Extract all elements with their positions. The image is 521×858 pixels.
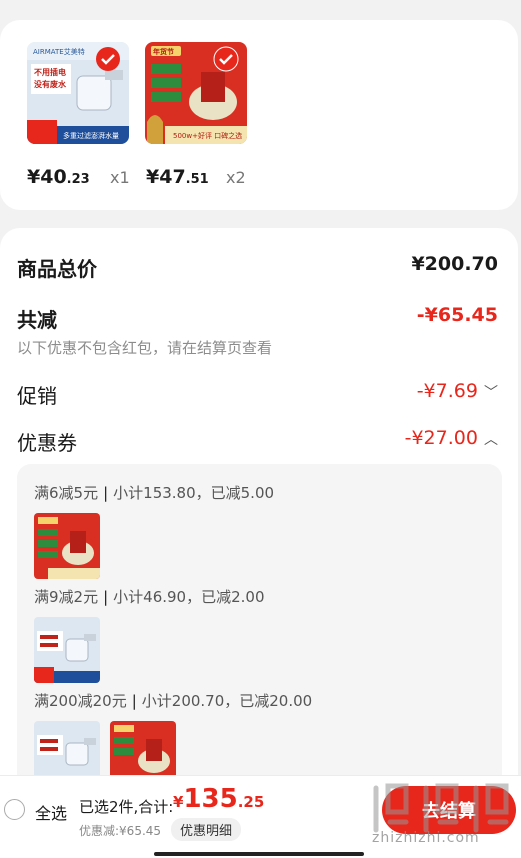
- product-2-qty: x2: [226, 168, 246, 187]
- reduce-value: -¥65.45: [416, 304, 498, 326]
- coupon-rule-1: 满6减5元 | 小计153.80，已减5.00: [34, 484, 275, 502]
- coupon-row-toggle[interactable]: -¥27.00 ︿: [405, 427, 498, 449]
- coupon-value: -¥27.00: [404, 427, 478, 449]
- goods-total-value: ¥200.70: [411, 253, 498, 275]
- product-2-price: ¥47.51: [146, 166, 209, 188]
- watermark-text: zhizhizhi.com: [372, 830, 480, 846]
- product-2-brand: 年货节: [153, 47, 174, 56]
- cart-products-card: AIRMATE艾美特 不用插电 没有废水 多重过滤澎湃水量 ¥40.23 x1 …: [0, 20, 518, 210]
- promo-value: -¥7.69: [416, 380, 478, 402]
- svg-text:多重过滤澎湃水量: 多重过滤澎湃水量: [63, 131, 119, 140]
- coupon-rule-2: 满9减2元 | 小计46.90，已减2.00: [34, 588, 265, 606]
- coupon-rule-2-product-image[interactable]: [34, 617, 100, 683]
- chevron-down-icon: ﹀: [484, 385, 498, 401]
- svg-text:没有废水: 没有废水: [34, 79, 67, 89]
- svg-text:500w+好评 口碑之选: 500w+好评 口碑之选: [173, 131, 242, 140]
- discount-total: 优惠减:¥65.45: [79, 824, 162, 838]
- product-1-price: ¥40.23: [27, 166, 90, 188]
- chevron-up-icon: ︿: [484, 432, 498, 448]
- home-indicator: [154, 852, 364, 856]
- coupon-label: 优惠券: [17, 431, 77, 455]
- product-1-brand: AIRMATE艾美特: [33, 47, 85, 56]
- checkout-button[interactable]: 去结算: [382, 786, 516, 834]
- product-image-zongzi[interactable]: 年货节 500w+好评 口碑之选: [145, 42, 247, 144]
- discount-detail-button[interactable]: 优惠明细: [171, 818, 242, 841]
- goods-total-label: 商品总价: [17, 257, 97, 281]
- select-all-label[interactable]: 全选: [35, 800, 67, 824]
- coupon-rule-3: 满200减20元 | 小计200.70，已减20.00: [34, 692, 313, 710]
- product-image-water-filter[interactable]: AIRMATE艾美特 不用插电 没有废水 多重过滤澎湃水量: [27, 42, 129, 144]
- promo-label: 促销: [17, 384, 57, 408]
- select-all-radio[interactable]: [4, 799, 25, 820]
- promo-row-toggle[interactable]: -¥7.69 ﹀: [417, 380, 498, 402]
- reduce-label: 共减: [17, 308, 57, 332]
- discount-note: 以下优惠不包含红包，请在结算页查看: [17, 339, 273, 357]
- price-summary-card: 商品总价 ¥200.70 共减 -¥65.45 以下优惠不包含红包，请在结算页查…: [0, 228, 518, 858]
- product-1-qty: x1: [110, 168, 130, 187]
- coupon-rule-1-product-image[interactable]: [34, 513, 100, 579]
- svg-text:不用插电: 不用插电: [34, 67, 66, 77]
- selected-count: 已选2件,合计:: [79, 798, 174, 816]
- total-price: ¥135.25: [173, 784, 265, 814]
- coupon-details-panel: 满6减5元 | 小计153.80，已减5.00 满9减2元 | 小计46.90，已减2.…: [17, 464, 502, 794]
